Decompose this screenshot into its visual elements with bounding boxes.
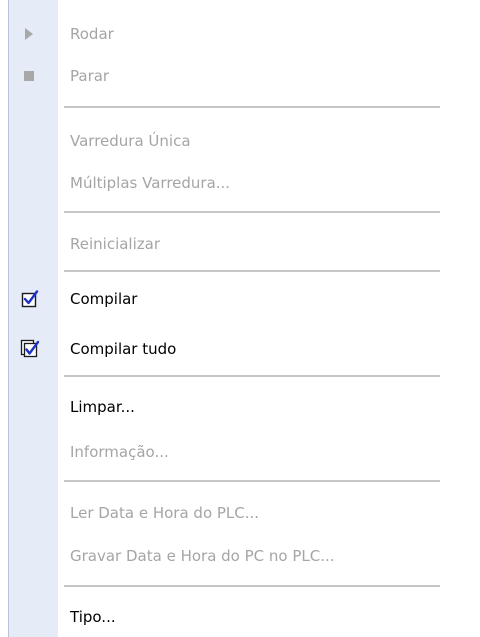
menu-item-label: Rodar bbox=[70, 25, 114, 43]
menu-item-clear[interactable]: Limpar... bbox=[8, 392, 470, 422]
menu-item-compile-all[interactable]: Compilar tudo bbox=[8, 334, 470, 364]
compile-all-icon bbox=[8, 334, 58, 364]
menu-item-stop[interactable]: Parar bbox=[8, 61, 470, 91]
menu-item-label: Gravar Data e Hora do PC no PLC... bbox=[70, 547, 335, 565]
run-icon bbox=[8, 19, 58, 49]
menu-item-write-pc-datetime-to-plc[interactable]: Gravar Data e Hora do PC no PLC... bbox=[8, 541, 470, 571]
menu-item-label: Compilar bbox=[70, 290, 138, 308]
menu-item-multiple-scan[interactable]: Múltiplas Varredura... bbox=[8, 168, 470, 198]
menu-item-type[interactable]: Tipo... bbox=[8, 602, 470, 632]
compile-icon bbox=[8, 284, 58, 314]
menu-item-label: Informação... bbox=[70, 443, 169, 461]
menu-separator bbox=[64, 270, 440, 273]
menu-item-run[interactable]: Rodar bbox=[8, 19, 470, 49]
menu-separator bbox=[64, 106, 440, 109]
menu-separator bbox=[64, 375, 440, 378]
menu-item-information[interactable]: Informação... bbox=[8, 437, 470, 467]
context-menu: Rodar Parar Varredura Única Múltiplas Va… bbox=[0, 0, 480, 637]
menu-separator bbox=[64, 480, 440, 483]
menu-item-label: Limpar... bbox=[70, 398, 135, 416]
stop-icon bbox=[8, 61, 58, 91]
menu-item-reset[interactable]: Reinicializar bbox=[8, 229, 470, 259]
menu-item-label: Tipo... bbox=[70, 608, 116, 626]
menu-item-label: Reinicializar bbox=[70, 235, 160, 253]
menu-item-read-plc-datetime[interactable]: Ler Data e Hora do PLC... bbox=[8, 498, 470, 528]
menu-item-label: Parar bbox=[70, 67, 110, 85]
menu-separator bbox=[64, 211, 440, 214]
menu-item-compile[interactable]: Compilar bbox=[8, 284, 470, 314]
menu-item-single-scan[interactable]: Varredura Única bbox=[8, 126, 470, 156]
menu-item-label: Ler Data e Hora do PLC... bbox=[70, 504, 260, 522]
menu-separator bbox=[64, 585, 440, 588]
menu-item-label: Varredura Única bbox=[70, 132, 191, 150]
menu-item-label: Compilar tudo bbox=[70, 340, 177, 358]
menu-item-label: Múltiplas Varredura... bbox=[70, 174, 231, 192]
